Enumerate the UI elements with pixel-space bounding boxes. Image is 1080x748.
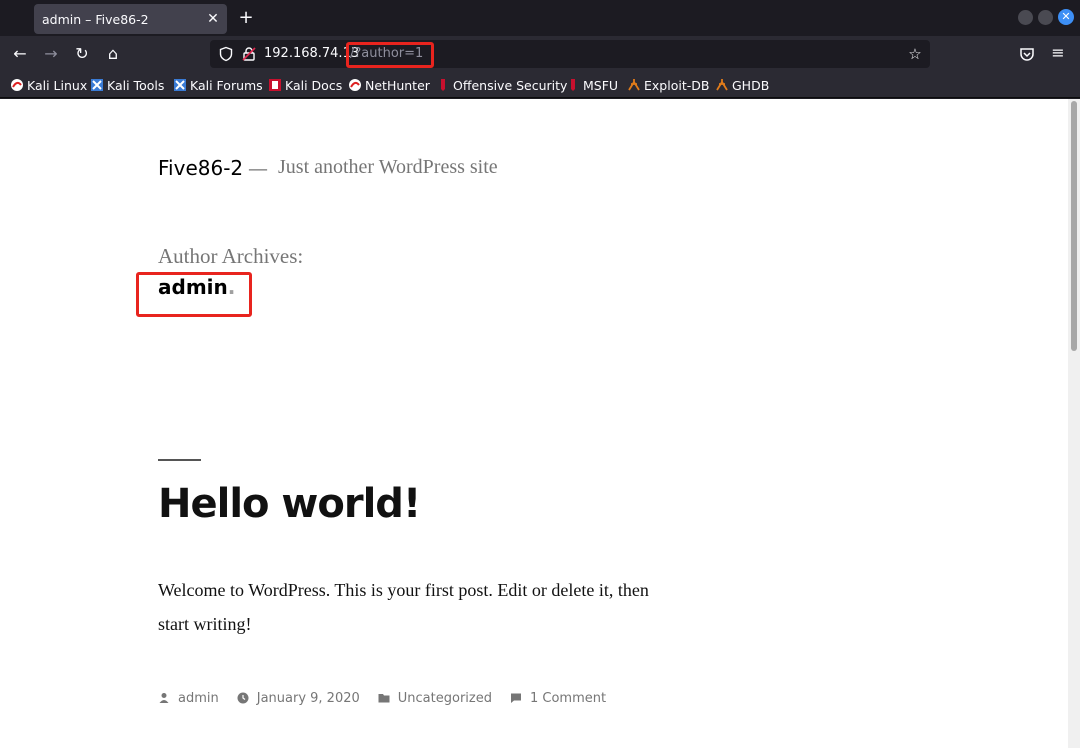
url-host: 192.168.74.13 (264, 46, 360, 61)
back-button[interactable]: ← (8, 42, 32, 66)
navigation-toolbar: ← → ↻ ⌂ 192.168.74.13 /?author=1 ☆ ≡ (0, 36, 1080, 72)
bookmark-kali-forums[interactable]: Kali Forums (173, 77, 263, 93)
site-title[interactable]: Five86-2 (158, 156, 243, 180)
author-highlight-box (136, 272, 252, 317)
post-author: admin (158, 691, 219, 706)
bookmark-label: GHDB (732, 77, 770, 93)
bookmark-label: MSFU (583, 77, 619, 93)
bookmark-ghdb[interactable]: GHDB (715, 77, 769, 93)
bookmark-label: Offensive Security (453, 77, 568, 93)
ghdb-icon (716, 79, 728, 91)
bookmark-label: Exploit-DB (644, 77, 710, 93)
post-comments: 1 Comment (510, 691, 606, 706)
clock-icon (237, 692, 249, 704)
bookmark-label: Kali Linux (27, 77, 88, 93)
page-scrollbar[interactable] (1068, 99, 1080, 748)
minimize-button[interactable] (1018, 10, 1033, 25)
post-category-link[interactable]: Uncategorized (398, 691, 492, 706)
nethunter-icon (349, 79, 361, 91)
home-button[interactable]: ⌂ (101, 42, 125, 66)
kali-docs-icon (269, 79, 281, 91)
folder-icon (378, 694, 390, 703)
kali-forums-icon (174, 79, 186, 91)
post-divider (158, 459, 201, 461)
url-highlight-box (346, 42, 434, 68)
site-title-separator: — (248, 156, 268, 180)
tab-strip: admin – Five86-2 ✕ + ✕ (0, 0, 1080, 36)
post-author-link[interactable]: admin (178, 691, 219, 706)
post-meta: admin January 9, 2020 Uncategorized 1 Co… (158, 688, 624, 708)
window-close-button[interactable]: ✕ (1058, 9, 1074, 25)
post-category: Uncategorized (378, 691, 492, 706)
bookmark-label: Kali Forums (190, 77, 263, 93)
insecure-lock-icon[interactable] (241, 46, 257, 62)
comment-icon (510, 693, 521, 703)
bookmark-nethunter[interactable]: NetHunter (348, 77, 430, 93)
url-bar[interactable]: 192.168.74.13 /?author=1 ☆ (210, 40, 930, 68)
reload-button[interactable]: ↻ (70, 42, 94, 66)
person-icon (159, 693, 169, 703)
maximize-button[interactable] (1038, 10, 1053, 25)
bookmark-label: Kali Docs (285, 77, 343, 93)
bookmarks-toolbar: Kali Linux Kali Tools Kali Forums Kali D… (0, 72, 1080, 98)
new-tab-button[interactable]: + (236, 8, 256, 28)
bookmark-exploit-db[interactable]: Exploit-DB (627, 77, 709, 93)
kali-tools-icon (91, 79, 103, 91)
post-body: Welcome to WordPress. This is your first… (158, 580, 649, 634)
forward-button[interactable]: → (39, 42, 63, 66)
tab-close-icon[interactable]: ✕ (205, 11, 221, 27)
browser-tab-active[interactable]: admin – Five86-2 ✕ (34, 4, 227, 34)
bookmark-offensive-security[interactable]: Offensive Security (436, 77, 567, 93)
bookmark-kali-linux[interactable]: Kali Linux (10, 77, 87, 93)
site-description: Just another WordPress site (278, 156, 498, 178)
page-content: Five86-2 — Just another WordPress site A… (0, 99, 1068, 748)
bookmark-kali-docs[interactable]: Kali Docs (268, 77, 342, 93)
msfu-icon (571, 79, 575, 91)
bookmark-msfu[interactable]: MSFU (566, 77, 618, 93)
scrollbar-thumb[interactable] (1071, 101, 1077, 351)
kali-icon (11, 79, 23, 91)
tab-title: admin – Five86-2 (42, 11, 149, 27)
bookmark-star-icon[interactable]: ☆ (906, 45, 924, 63)
post-title[interactable]: Hello world! (158, 481, 421, 527)
post-date-link[interactable]: January 9, 2020 (257, 691, 360, 706)
bookmark-label: Kali Tools (107, 77, 165, 93)
post-comments-link[interactable]: 1 Comment (530, 691, 606, 706)
offsec-icon (441, 79, 445, 91)
exploitdb-icon (628, 79, 640, 91)
bookmark-label: NetHunter (365, 77, 430, 93)
shield-icon[interactable] (218, 46, 234, 62)
pocket-icon[interactable] (1018, 45, 1036, 63)
archive-label: Author Archives: (158, 244, 304, 268)
app-menu-button[interactable]: ≡ (1049, 44, 1067, 62)
bookmark-kali-tools[interactable]: Kali Tools (90, 77, 164, 93)
post-date: January 9, 2020 (237, 691, 360, 706)
